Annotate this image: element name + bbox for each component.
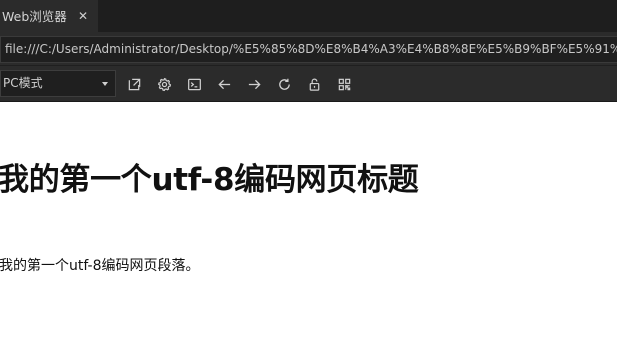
terminal-icon bbox=[187, 78, 201, 90]
url-input[interactable]: file:///C:/Users/Administrator/Desktop/%… bbox=[0, 36, 617, 63]
open-external-icon bbox=[128, 78, 140, 90]
refresh-icon bbox=[278, 78, 290, 90]
page-heading: 我的第一个utf-8编码网页标题 bbox=[0, 162, 419, 198]
mode-select[interactable]: PC模式 bbox=[0, 70, 116, 97]
settings-gear-icon bbox=[157, 77, 171, 91]
mode-select-label: PC模式 bbox=[3, 76, 43, 90]
address-bar: file:///C:/Users/Administrator/Desktop/%… bbox=[0, 32, 617, 66]
lock-icon bbox=[309, 78, 319, 91]
page-content: 我的第一个utf-8编码网页标题 我的第一个utf-8编码网页段落。 bbox=[0, 102, 617, 339]
arrow-right-icon bbox=[248, 79, 261, 89]
arrow-left-icon bbox=[217, 79, 230, 89]
lock-button[interactable] bbox=[303, 73, 325, 95]
chevron-down-icon bbox=[102, 82, 108, 86]
tab-bar: Web浏览器 ✕ bbox=[0, 0, 617, 32]
settings-button[interactable] bbox=[153, 73, 175, 95]
open-external-button[interactable] bbox=[123, 73, 145, 95]
browser-window: Web浏览器 ✕ file:///C:/Users/Administrator/… bbox=[0, 0, 617, 339]
toolbar: PC模式 bbox=[0, 66, 617, 102]
refresh-button[interactable] bbox=[273, 73, 295, 95]
back-button[interactable] bbox=[213, 73, 235, 95]
tab-title: Web浏览器 bbox=[2, 9, 67, 24]
qr-code-button[interactable] bbox=[333, 73, 355, 95]
qr-code-icon bbox=[338, 78, 350, 90]
page-paragraph: 我的第一个utf-8编码网页段落。 bbox=[0, 258, 200, 274]
tab-web-browser[interactable]: Web浏览器 ✕ bbox=[0, 0, 98, 32]
forward-button[interactable] bbox=[243, 73, 265, 95]
console-button[interactable] bbox=[183, 73, 205, 95]
close-tab-icon[interactable]: ✕ bbox=[76, 9, 90, 23]
